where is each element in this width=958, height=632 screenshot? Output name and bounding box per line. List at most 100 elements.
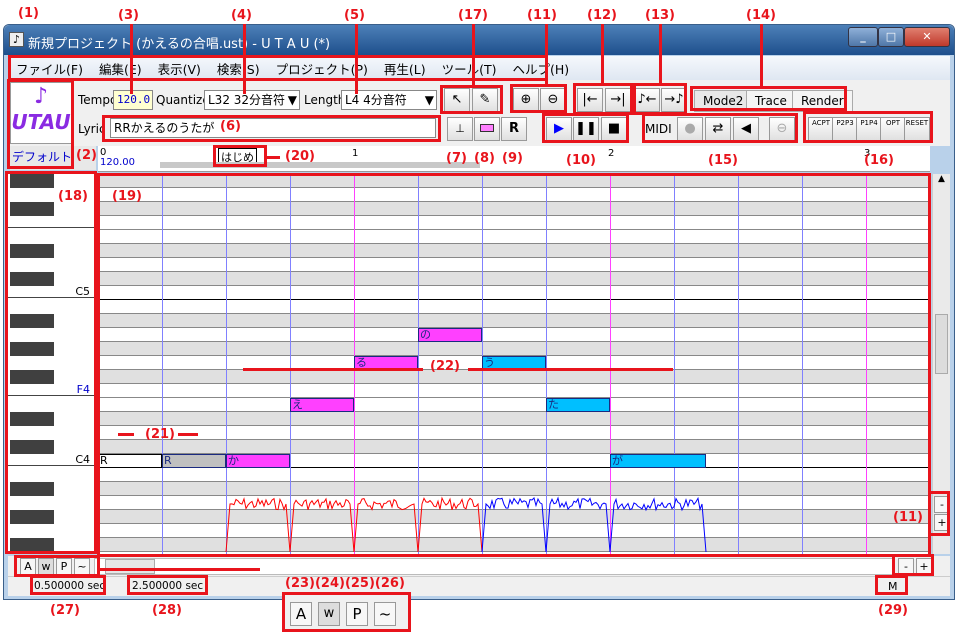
annotation-line (130, 24, 133, 94)
zoom-out-icon[interactable]: ⊖ (540, 88, 566, 112)
minimize-icon[interactable]: _ (848, 27, 878, 47)
p1p4-icon[interactable]: P1P4 (856, 117, 882, 141)
annotation-line (178, 433, 198, 436)
view-vibrato-button[interactable]: ~ (74, 558, 90, 575)
speaker-icon[interactable]: ◀ (733, 117, 759, 141)
white-key[interactable] (8, 396, 96, 410)
add-note-icon[interactable] (474, 117, 500, 141)
annotation-line (760, 24, 763, 86)
annotation-line (659, 24, 662, 83)
white-key[interactable] (8, 494, 96, 508)
menu-tools[interactable]: ツール(T) (434, 59, 505, 78)
stop-icon[interactable]: ■ (601, 117, 627, 141)
quantize-value: L32 32分音符 (208, 93, 286, 107)
white-key[interactable] (8, 522, 96, 536)
note-prev-icon[interactable]: ♪← (634, 88, 660, 112)
hzoom-plus-button[interactable]: + (916, 558, 932, 575)
mode2-button[interactable]: Mode2 (694, 90, 753, 112)
trace-button[interactable]: Trace (746, 90, 796, 112)
menu-play[interactable]: 再生(L) (376, 59, 434, 78)
pause-icon[interactable]: ❚❚ (573, 117, 599, 141)
annotation-label: (29) (878, 603, 908, 618)
menu-search[interactable]: 検索(S) (209, 59, 268, 78)
white-key[interactable] (8, 326, 96, 340)
piano-keyboard[interactable]: C5 F4 C4 (8, 172, 96, 554)
annotation-line (355, 24, 358, 94)
menu-edit[interactable]: 編集(E) (91, 59, 150, 78)
annotation-line (100, 568, 260, 571)
quantize-label: Quantize (156, 93, 210, 107)
go-start-icon[interactable]: |← (577, 88, 603, 112)
scroll-thumb[interactable] (935, 314, 948, 374)
pitch-line (481, 497, 547, 553)
annotation-line (118, 433, 134, 436)
white-key[interactable] (8, 550, 96, 554)
callout-vibrato-button: ~ (374, 602, 396, 626)
annotation-label: (11) (893, 510, 923, 525)
annotation-label: (8) (474, 151, 495, 166)
white-key[interactable] (8, 214, 96, 228)
tempo-input[interactable]: 120.0 (113, 90, 153, 110)
white-key[interactable] (8, 424, 96, 438)
lyric-input[interactable]: RRかえるのうたが (110, 118, 436, 138)
menu-file[interactable]: ファイル(F) (8, 59, 91, 78)
white-key[interactable] (8, 466, 96, 480)
annotation-line (243, 368, 423, 371)
menu-view[interactable]: 表示(V) (150, 59, 209, 78)
utau-logo: ♪ UTAU (10, 82, 72, 144)
select-tool-icon[interactable]: ↖ (444, 88, 470, 112)
annotation-label: (7) (446, 151, 467, 166)
white-key[interactable] (8, 228, 96, 242)
menu-project[interactable]: プロジェクト(P) (268, 59, 376, 78)
pitch-line (289, 497, 355, 553)
view-w-button[interactable]: w (38, 558, 54, 575)
callout-a-button: A (290, 602, 312, 626)
close-icon[interactable]: ✕ (904, 27, 950, 47)
white-key[interactable] (8, 354, 96, 368)
key-label: C4 (75, 453, 90, 466)
annotation-line (545, 24, 548, 84)
annotation-label: (13) (645, 8, 675, 23)
record-icon[interactable]: ● (677, 117, 703, 141)
pitch-line (353, 498, 419, 553)
vzoom-minus-button[interactable]: - (934, 496, 950, 513)
scroll-up-icon[interactable]: ▲ (933, 174, 950, 190)
annotation-label: (19) (112, 189, 142, 204)
acpt-icon[interactable]: ACPT (808, 117, 834, 141)
zoom-in-icon[interactable]: ⊕ (513, 88, 539, 112)
opt-icon[interactable]: OPT (880, 117, 906, 141)
annotation-label: (28) (152, 603, 182, 618)
go-end-icon[interactable]: →| (605, 88, 631, 112)
view-a-button[interactable]: A (20, 558, 36, 575)
reset-icon[interactable]: RESET (904, 117, 930, 141)
hzoom-minus-button[interactable]: - (898, 558, 914, 575)
quantize-select[interactable]: L32 32分音符 ▼ (204, 90, 300, 110)
annotation-label: (11) (527, 8, 557, 23)
view-p-button[interactable]: P (56, 558, 72, 575)
insert-note-icon[interactable]: ⊥ (447, 117, 473, 141)
horizontal-scrollbar[interactable] (94, 558, 894, 575)
white-key[interactable] (8, 256, 96, 270)
play-icon[interactable]: ▶ (546, 117, 572, 141)
length-label: Length (304, 93, 346, 107)
note-next-icon[interactable]: →♪ (661, 88, 687, 112)
midi-route-icon[interactable]: ⇄ (705, 117, 731, 141)
vzoom-plus-button[interactable]: + (934, 514, 950, 531)
hscroll-thumb[interactable] (105, 559, 155, 574)
pencil-tool-icon[interactable]: ✎ (472, 88, 498, 112)
maximize-icon[interactable]: □ (878, 27, 904, 47)
vertical-scrollbar[interactable]: ▲ - + (932, 174, 950, 554)
key-label: C5 (75, 285, 90, 298)
annotation-label: (15) (708, 153, 738, 168)
piano-roll[interactable]: RRかえるのうたが (98, 174, 930, 554)
annotation-label: (14) (746, 8, 776, 23)
p2p3-icon[interactable]: P2P3 (832, 117, 858, 141)
render-button[interactable]: Render (792, 90, 853, 112)
white-key[interactable] (8, 298, 96, 312)
menu-help[interactable]: ヘルプ(H) (505, 59, 578, 78)
annotation-label: (22) (430, 359, 460, 374)
annotation-label: (3) (118, 8, 139, 23)
pitch-line (225, 497, 291, 553)
add-rest-icon[interactable]: R (501, 117, 527, 141)
midi-thru-icon[interactable]: ⊖ (769, 117, 795, 141)
